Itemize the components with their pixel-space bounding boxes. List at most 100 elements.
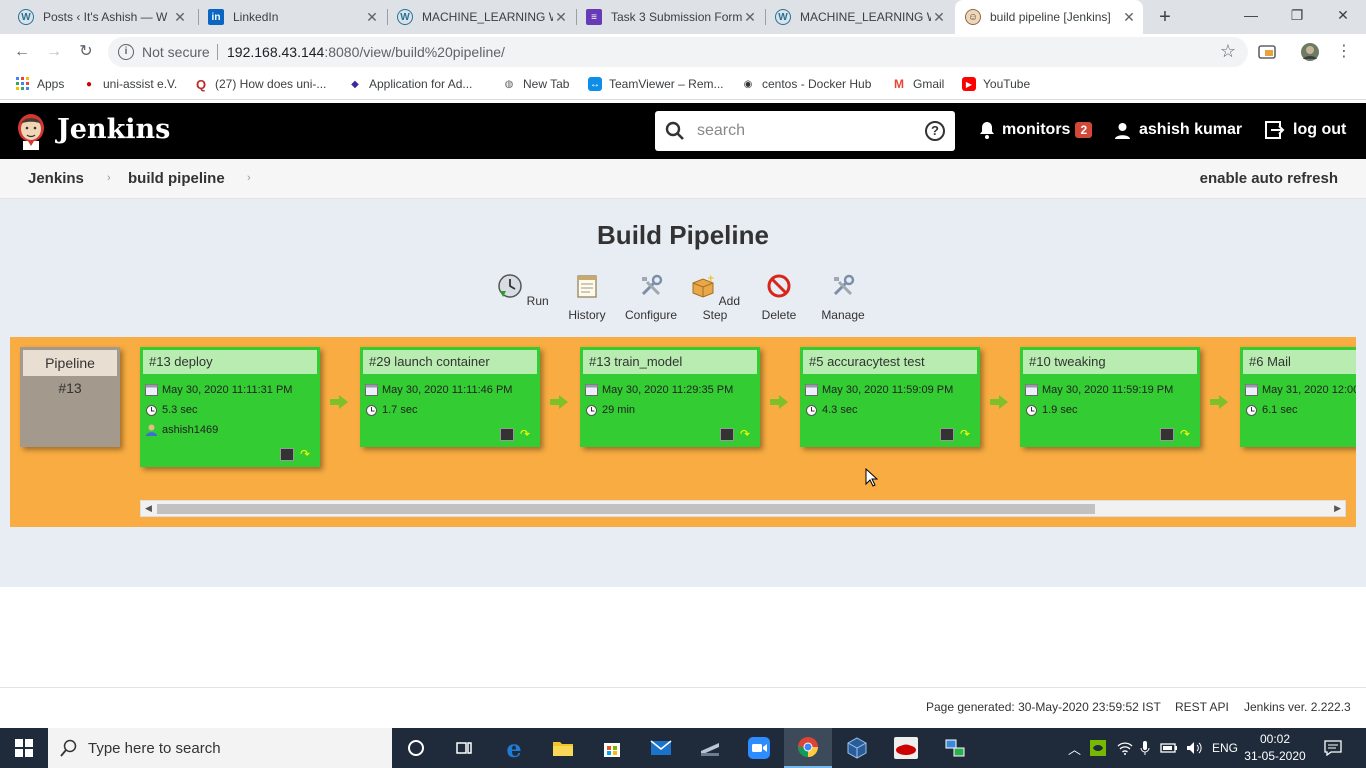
pipeline-horizontal-scrollbar[interactable]: ◀ ▶ bbox=[140, 500, 1346, 517]
close-icon[interactable]: ✕ bbox=[364, 9, 380, 25]
scroll-right-arrow-icon[interactable]: ▶ bbox=[1334, 503, 1341, 514]
jenkins-version-link[interactable]: Jenkins ver. 2.222.3 bbox=[1244, 700, 1351, 714]
console-icon[interactable] bbox=[280, 448, 294, 461]
pipeline-stage[interactable]: #13 deploy May 30, 2020 11:11:31 PM 5.3 … bbox=[140, 347, 320, 467]
breadcrumb-build-pipeline[interactable]: build pipeline bbox=[128, 170, 225, 187]
scroll-left-arrow-icon[interactable]: ◀ bbox=[145, 503, 152, 514]
pipeline-stage[interactable]: #10 tweaking May 30, 2020 11:59:19 PM 1.… bbox=[1020, 347, 1200, 447]
pipeline-stage[interactable]: #29 launch container May 30, 2020 11:11:… bbox=[360, 347, 540, 447]
network-app-button[interactable] bbox=[931, 728, 979, 768]
scrollbar-thumb[interactable] bbox=[157, 504, 1095, 514]
rebuild-arrow-icon[interactable]: ↷ bbox=[300, 448, 314, 461]
history-button[interactable]: History bbox=[555, 273, 619, 322]
bookmark-item[interactable]: ▶ YouTube bbox=[962, 77, 1030, 91]
bookmark-item[interactable]: Apps bbox=[16, 77, 64, 91]
address-bar[interactable]: i Not secure 192.168.43.144:8080/view/bu… bbox=[108, 37, 1248, 67]
browser-tab[interactable]: W MACHINE_LEARNING W ✕ bbox=[765, 0, 953, 34]
bookmark-item[interactable]: ◍ New Tab bbox=[502, 77, 570, 91]
mail-button[interactable] bbox=[637, 728, 685, 768]
bookmark-item[interactable]: ↔ TeamViewer – Rem... bbox=[588, 77, 724, 91]
delete-button[interactable]: Delete bbox=[747, 273, 811, 322]
reload-button[interactable]: ↻ bbox=[74, 40, 98, 64]
bookmark-star-icon[interactable]: ☆ bbox=[1220, 41, 1236, 62]
add-step-button[interactable]: + Add Step bbox=[683, 273, 747, 322]
show-hidden-icons[interactable]: ︿ bbox=[1068, 728, 1081, 768]
taskbar-search[interactable]: Type here to search bbox=[48, 728, 392, 768]
profile-avatar-icon[interactable] bbox=[1300, 42, 1320, 62]
stage-title[interactable]: #5 accuracytest test bbox=[803, 350, 977, 374]
stage-user[interactable]: ashish1469 bbox=[162, 424, 218, 436]
bookmark-item[interactable]: M Gmail bbox=[892, 77, 944, 91]
close-icon[interactable]: ✕ bbox=[1121, 9, 1137, 25]
file-explorer-button[interactable] bbox=[539, 728, 587, 768]
browser-tab[interactable]: W Posts ‹ It's Ashish — W ✕ bbox=[8, 0, 194, 34]
configure-button[interactable]: Configure bbox=[619, 273, 683, 322]
stage-title[interactable]: #29 launch container bbox=[363, 350, 537, 374]
logout-link[interactable]: log out bbox=[1265, 121, 1346, 139]
wifi-status[interactable] bbox=[1117, 728, 1133, 768]
browser-tab[interactable]: W MACHINE_LEARNING W ✕ bbox=[387, 0, 575, 34]
rebuild-arrow-icon[interactable]: ↷ bbox=[740, 428, 754, 441]
zoom-button[interactable] bbox=[735, 728, 783, 768]
console-icon[interactable] bbox=[1160, 428, 1174, 441]
device-app-button[interactable] bbox=[686, 728, 734, 768]
browser-tab-active[interactable]: ☺ build pipeline [Jenkins] ✕ bbox=[955, 0, 1143, 34]
chevron-right-icon[interactable]: › bbox=[247, 172, 251, 184]
enable-auto-refresh-link[interactable]: enable auto refresh bbox=[1200, 170, 1338, 187]
chevron-right-icon[interactable]: › bbox=[107, 172, 111, 184]
action-center-button[interactable] bbox=[1324, 728, 1342, 768]
new-tab-button[interactable]: + bbox=[1154, 6, 1176, 28]
task-view-button[interactable] bbox=[440, 728, 488, 768]
redhat-app-button[interactable] bbox=[882, 728, 930, 768]
bookmark-item[interactable]: ◉ centos - Docker Hub bbox=[741, 77, 872, 91]
jenkins-logo-icon[interactable] bbox=[16, 112, 46, 150]
cast-icon[interactable] bbox=[1257, 42, 1277, 62]
close-icon[interactable]: ✕ bbox=[742, 9, 758, 25]
browser-tab[interactable]: in LinkedIn ✕ bbox=[198, 0, 386, 34]
pipeline-header[interactable]: Pipeline #13 bbox=[20, 347, 120, 447]
menu-kebab-icon[interactable]: ⋮ bbox=[1332, 40, 1356, 64]
console-icon[interactable] bbox=[940, 428, 954, 441]
pipeline-stage[interactable]: #13 train_model May 30, 2020 11:29:35 PM… bbox=[580, 347, 760, 447]
chrome-button[interactable] bbox=[784, 728, 832, 768]
console-icon[interactable] bbox=[720, 428, 734, 441]
user-link[interactable]: ashish kumar bbox=[1114, 121, 1242, 139]
virtualbox-button[interactable] bbox=[833, 728, 881, 768]
breadcrumb-jenkins[interactable]: Jenkins bbox=[28, 170, 84, 187]
rebuild-arrow-icon[interactable]: ↷ bbox=[960, 428, 974, 441]
forward-button[interactable]: → bbox=[42, 40, 66, 64]
search-input[interactable] bbox=[697, 119, 907, 143]
microphone-status[interactable] bbox=[1140, 728, 1150, 768]
pipeline-stage[interactable]: #6 Mail May 31, 2020 12:00:01 AM 6.1 sec bbox=[1240, 347, 1356, 447]
restore-button[interactable]: ❐ bbox=[1274, 0, 1320, 30]
bookmark-item[interactable]: ◆ Application for Ad... bbox=[348, 77, 472, 91]
cortana-button[interactable] bbox=[392, 728, 440, 768]
volume-status[interactable] bbox=[1186, 728, 1204, 768]
taskbar-clock[interactable]: 00:02 31-05-2020 bbox=[1240, 731, 1310, 765]
stage-title[interactable]: #13 deploy bbox=[143, 350, 317, 374]
stage-title[interactable]: #10 tweaking bbox=[1023, 350, 1197, 374]
rebuild-arrow-icon[interactable]: ↷ bbox=[1180, 428, 1194, 441]
close-window-button[interactable]: ✕ bbox=[1320, 0, 1366, 30]
store-button[interactable] bbox=[588, 728, 636, 768]
edge-button[interactable]: e bbox=[490, 728, 538, 768]
console-icon[interactable] bbox=[500, 428, 514, 441]
monitors-link[interactable]: monitors 2 bbox=[978, 121, 1093, 139]
start-button[interactable] bbox=[0, 728, 48, 768]
stage-title[interactable]: #6 Mail bbox=[1243, 350, 1356, 374]
close-icon[interactable]: ✕ bbox=[172, 9, 188, 25]
bookmark-item[interactable]: Q (27) How does uni-... bbox=[194, 77, 326, 92]
manage-button[interactable]: Manage bbox=[811, 273, 875, 322]
run-button[interactable]: Run bbox=[491, 273, 555, 308]
rest-api-link[interactable]: REST API bbox=[1175, 700, 1229, 714]
help-icon[interactable]: ? bbox=[925, 121, 945, 141]
tray-app-icon[interactable] bbox=[1090, 728, 1106, 768]
battery-status[interactable] bbox=[1160, 728, 1180, 768]
rebuild-arrow-icon[interactable]: ↷ bbox=[520, 428, 534, 441]
browser-tab[interactable]: ≡ Task 3 Submission Form ✕ bbox=[576, 0, 764, 34]
pipeline-stage[interactable]: #5 accuracytest test May 30, 2020 11:59:… bbox=[800, 347, 980, 447]
back-button[interactable]: ← bbox=[10, 40, 34, 64]
jenkins-title[interactable]: Jenkins bbox=[57, 114, 170, 145]
bookmark-item[interactable]: ● uni-assist e.V. bbox=[82, 77, 177, 91]
close-icon[interactable]: ✕ bbox=[553, 9, 569, 25]
